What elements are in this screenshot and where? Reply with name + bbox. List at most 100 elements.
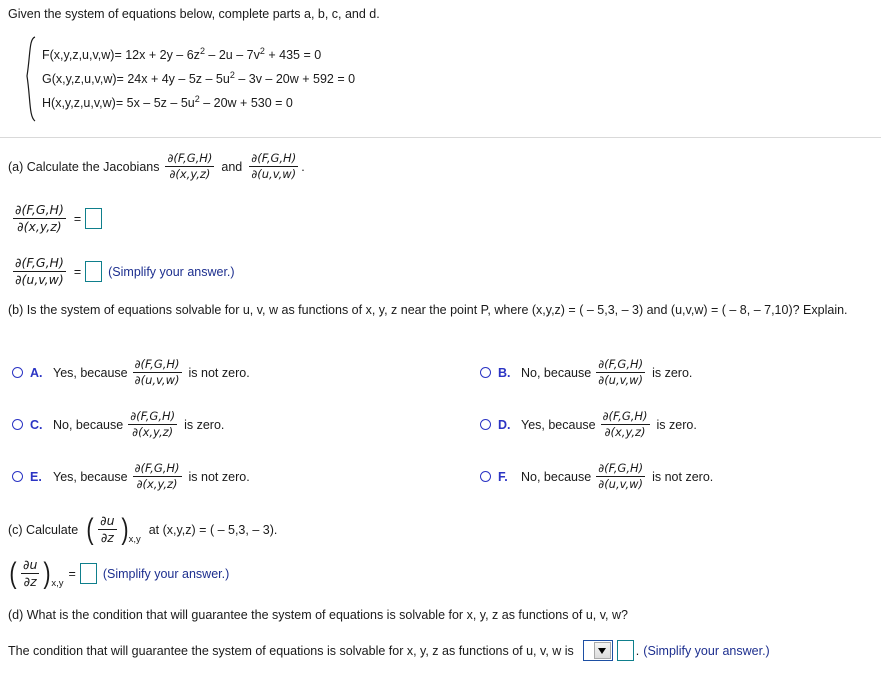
- option-lead-text: Yes, because: [53, 469, 128, 484]
- answer-input-jacobian-uvw[interactable]: [85, 261, 103, 283]
- part-d-period: .: [635, 643, 640, 658]
- jacobian-fg-xyz-inline: ∂(F,G,H) ∂(x,y,z): [165, 151, 215, 182]
- jacobian-denominator: ∂(u,v,w): [598, 373, 644, 388]
- equals-sign: =: [73, 211, 82, 226]
- equation-f: F(x,y,z,u,v,w)= 12x + 2y – 6z2 – 2u – 7v…: [42, 46, 355, 63]
- partial-derivative-u-z: ( ∂u ∂z ) x,y: [8, 556, 64, 590]
- radio-button-icon[interactable]: [12, 419, 23, 431]
- jacobian-denominator: ∂(x,y,z): [136, 477, 178, 492]
- option-tail-text: is not zero.: [188, 365, 250, 380]
- jacobian-denominator-xyz: ∂(x,y,z): [17, 219, 62, 235]
- option-c[interactable]: C. No, because ∂(F,G,H) ∂(x,y,z) is zero…: [12, 409, 226, 440]
- option-tail-text: is zero.: [656, 417, 697, 432]
- part-c-prompt-suffix: at (x,y,z) = ( – 5,3, – 3).: [148, 522, 278, 537]
- option-letter: E.: [30, 469, 42, 484]
- jacobian-numerator: ∂(F,G,H): [134, 461, 180, 475]
- du-dz-fraction: ∂u ∂z: [21, 557, 40, 590]
- jacobian-numerator: ∂(F,G,H): [598, 357, 644, 371]
- jacobian-numerator: ∂(F,G,H): [130, 409, 176, 423]
- simplify-hint: (Simplify your answer.): [108, 264, 235, 279]
- derivative-denominator: ∂z: [23, 574, 37, 590]
- option-tail-text: is not zero.: [652, 469, 714, 484]
- jacobian-numerator: ∂(F,G,H): [251, 151, 297, 165]
- equation-h: H(x,y,z,u,v,w)= 5x – 5z – 5u2 – 20w + 53…: [42, 94, 355, 111]
- triangle-glyph: [598, 647, 607, 654]
- equation-f-lhs: F(x,y,z,u,v,w): [42, 48, 115, 62]
- jacobian-denominator: ∂(u,v,w): [134, 373, 180, 388]
- radio-button-icon[interactable]: [480, 471, 491, 483]
- part-c-answer-row: ( ∂u ∂z ) x,y = (Simplify your answer.): [8, 556, 230, 590]
- partial-derivative-u-z: ( ∂u ∂z ) x,y: [85, 513, 141, 546]
- option-jacobian: ∂(F,G,H) ∂(x,y,z): [132, 461, 182, 492]
- equation-h-p2: – 20w + 530 = 0: [199, 96, 293, 110]
- option-letter: F.: [498, 469, 508, 484]
- jacobian-numerator: ∂(F,G,H): [602, 409, 648, 423]
- part-b-question: (b) Is the system of equations solvable …: [8, 303, 848, 317]
- option-a[interactable]: A. Yes, because ∂(F,G,H) ∂(u,v,w) is not…: [12, 357, 252, 388]
- option-jacobian: ∂(F,G,H) ∂(u,v,w): [596, 357, 646, 388]
- equation-g: G(x,y,z,u,v,w)= 24x + 4y – 5z – 5u2 – 3v…: [42, 70, 356, 87]
- answer-input-jacobian-xyz[interactable]: [85, 208, 103, 230]
- part-d-question: (d) What is the condition that will guar…: [8, 608, 628, 622]
- right-paren: ): [43, 556, 51, 590]
- jacobian-fg-uvw: ∂(F,G,H) ∂(u,v,w): [13, 255, 66, 288]
- option-lead-text: No, because: [521, 469, 592, 484]
- radio-button-icon[interactable]: [480, 367, 491, 379]
- option-letter: B.: [498, 365, 511, 380]
- option-jacobian: ∂(F,G,H) ∂(x,y,z): [128, 409, 178, 440]
- equation-g-p2: – 3v – 20w + 592 = 0: [234, 72, 356, 86]
- radio-button-icon[interactable]: [480, 419, 491, 431]
- option-tail-text: is zero.: [184, 417, 225, 432]
- equation-h-lhs: H(x,y,z,u,v,w): [42, 96, 116, 110]
- equation-g-lhs: G(x,y,z,u,v,w): [42, 72, 117, 86]
- simplify-hint: (Simplify your answer.): [643, 643, 770, 658]
- answer-input-du-dz[interactable]: [79, 563, 97, 585]
- jacobian-denominator: ∂(u,v,w): [598, 477, 644, 492]
- left-paren: (: [9, 556, 17, 590]
- option-lead-text: Yes, because: [521, 417, 596, 432]
- derivative-subscript: x,y: [51, 577, 64, 589]
- option-lead-text: Yes, because: [53, 365, 128, 380]
- part-d-answer-prefix: The condition that will guarantee the sy…: [8, 643, 574, 658]
- option-lead-text: No, because: [521, 365, 592, 380]
- simplify-hint: (Simplify your answer.): [102, 566, 230, 581]
- option-letter: A.: [30, 365, 43, 380]
- derivative-denominator: ∂z: [100, 530, 114, 546]
- jacobian-denominator-xyz: ∂(x,y,z): [169, 167, 211, 182]
- equals-sign: =: [68, 566, 76, 581]
- du-dz-fraction: ∂u ∂z: [98, 513, 117, 546]
- radio-button-icon[interactable]: [12, 367, 23, 379]
- derivative-numerator: ∂u: [100, 513, 115, 528]
- jacobian-fg-xyz: ∂(F,G,H) ∂(x,y,z): [13, 202, 66, 235]
- derivative-numerator: ∂u: [23, 557, 38, 572]
- answer-input-condition[interactable]: [616, 640, 634, 661]
- jacobian-denominator-uvw: ∂(u,v,w): [251, 167, 297, 182]
- equation-f-p4: + 435 = 0: [264, 48, 322, 62]
- chevron-down-icon[interactable]: [593, 642, 611, 659]
- jacobian-denominator: ∂(x,y,z): [604, 425, 646, 440]
- option-f[interactable]: F. No, because ∂(F,G,H) ∂(u,v,w) is not …: [480, 461, 715, 492]
- section-divider-top: [0, 137, 881, 138]
- page-title: Given the system of equations below, com…: [8, 7, 380, 21]
- jacobian-numerator: ∂(F,G,H): [167, 151, 213, 165]
- condition-dropdown[interactable]: [582, 640, 613, 661]
- derivative-subscript: x,y: [128, 533, 141, 545]
- jacobian-denominator: ∂(x,y,z): [132, 425, 174, 440]
- option-e[interactable]: E. Yes, because ∂(F,G,H) ∂(x,y,z) is not…: [12, 461, 252, 492]
- system-of-equations: F(x,y,z,u,v,w)= 12x + 2y – 6z2 – 2u – 7v…: [22, 36, 355, 122]
- part-a-answer-row-xyz: ∂(F,G,H) ∂(x,y,z) =: [10, 202, 103, 235]
- option-jacobian: ∂(F,G,H) ∂(u,v,w): [596, 461, 646, 492]
- jacobian-fg-uvw-inline: ∂(F,G,H) ∂(u,v,w): [249, 151, 299, 182]
- option-b[interactable]: B. No, because ∂(F,G,H) ∂(u,v,w) is zero…: [480, 357, 694, 388]
- part-a-prompt-text: (a) Calculate the Jacobians: [8, 159, 160, 174]
- part-a-conjunction: and: [221, 159, 243, 174]
- radio-button-icon[interactable]: [12, 471, 23, 483]
- equals-sign: =: [73, 264, 82, 279]
- part-d-answer-row: The condition that will guarantee the sy…: [8, 640, 770, 661]
- option-tail-text: is not zero.: [188, 469, 250, 484]
- part-a-answer-row-uvw: ∂(F,G,H) ∂(u,v,w) = (Simplify your answe…: [10, 255, 235, 288]
- option-tail-text: is zero.: [652, 365, 693, 380]
- option-d[interactable]: D. Yes, because ∂(F,G,H) ∂(x,y,z) is zer…: [480, 409, 699, 440]
- part-a-period: .: [301, 159, 305, 174]
- part-c-prompt: (c) Calculate ( ∂u ∂z ) x,y at (x,y,z) =…: [8, 513, 280, 546]
